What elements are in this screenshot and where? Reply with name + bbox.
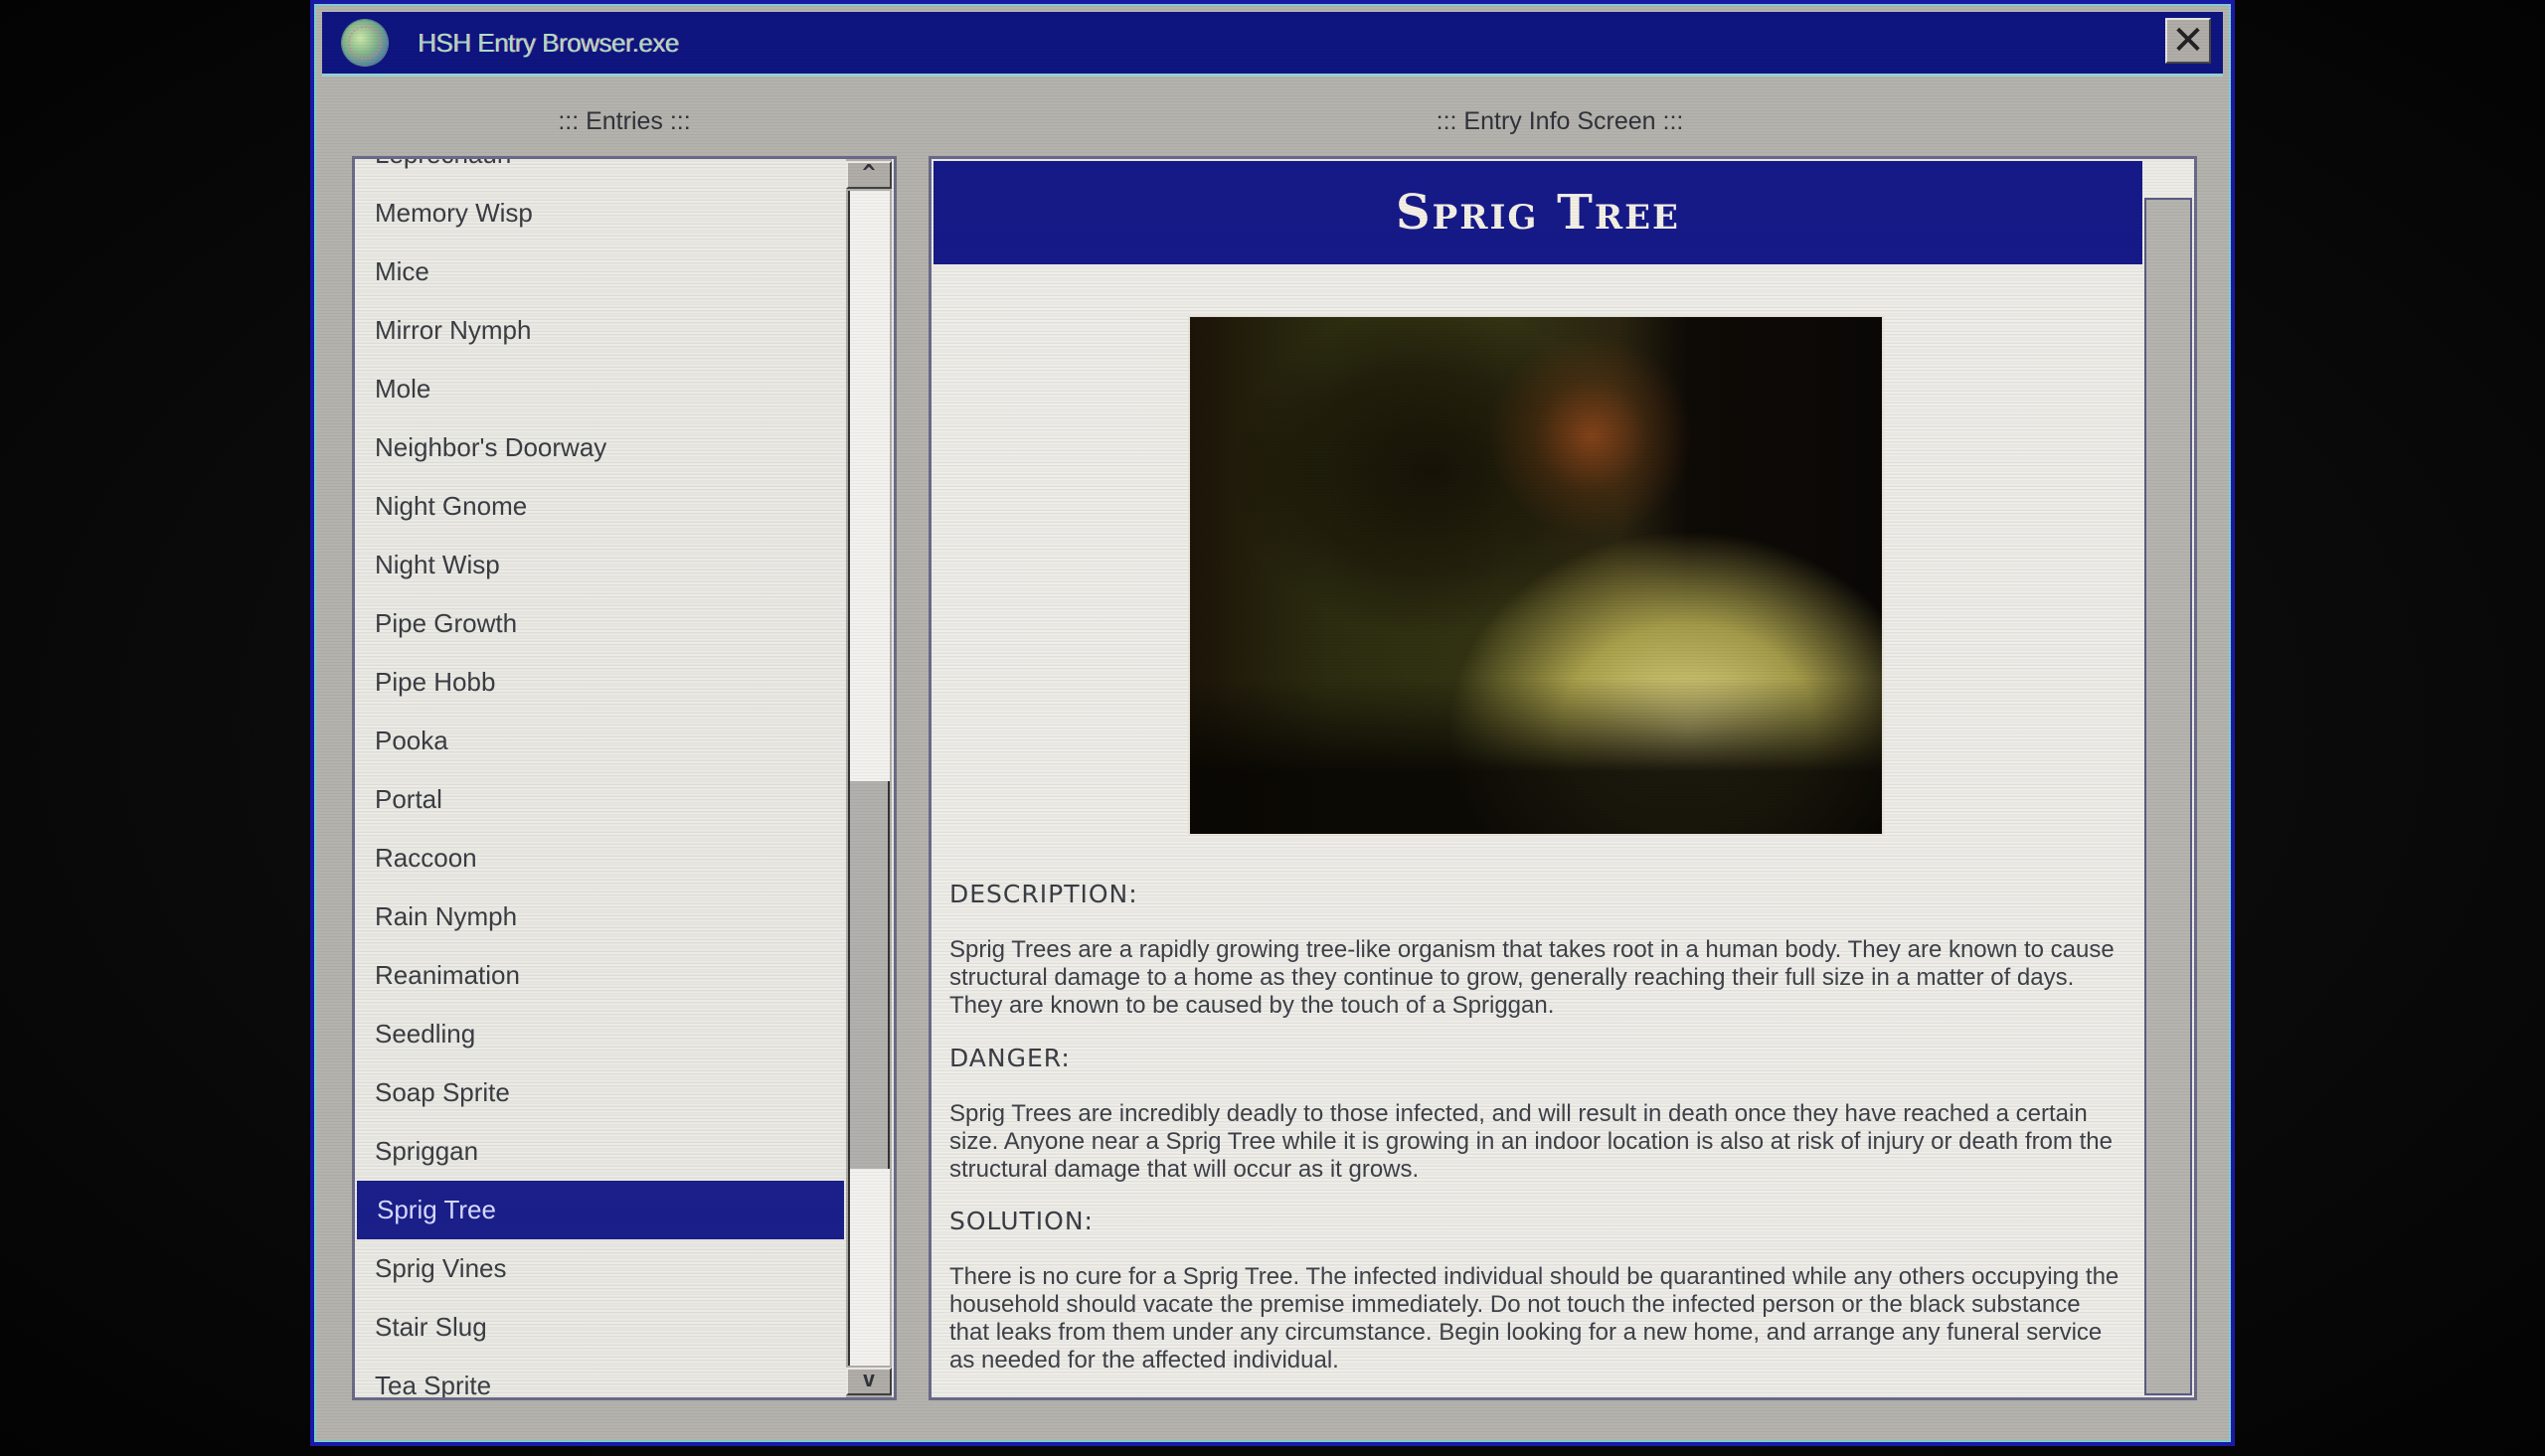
danger-heading: DANGER: [949,1044,1071,1072]
window-title: HSH Entry Browser.exe [418,28,679,58]
close-icon: ✕ [2171,18,2205,64]
list-item[interactable]: Spriggan [355,1122,844,1181]
list-item[interactable]: Night Wisp [355,536,844,594]
list-item[interactable]: Stair Slug [355,1298,844,1357]
description-heading: DESCRIPTION: [949,880,1138,908]
scroll-up-button[interactable]: ^ [846,161,892,189]
list-item[interactable]: Sprig Vines [355,1239,844,1298]
solution-heading: SOLUTION: [949,1207,1094,1235]
list-item-selected[interactable]: Sprig Tree [357,1181,844,1239]
entry-info-panel: Sprig Tree DESCRIPTION: Sprig Trees are … [929,156,2197,1400]
globe-icon [342,20,388,66]
chevron-down-icon: v [862,1368,876,1392]
entries-list-items: LeprechaunMemory WispMiceMirror NymphMol… [355,159,844,1397]
entry-info-scroll-thumb[interactable] [2144,198,2192,1395]
list-item[interactable]: Pipe Growth [355,594,844,653]
solution-body: There is no cure for a Sprig Tree. The i… [949,1263,2120,1374]
solution-section: SOLUTION: There is no cure for a Sprig T… [949,1207,2124,1375]
scroll-down-button[interactable]: v [846,1368,892,1395]
entry-image [1188,315,1884,836]
list-item[interactable]: Night Gnome [355,477,844,536]
list-item[interactable]: Tea Sprite [355,1357,844,1397]
list-item[interactable]: Mice [355,243,844,301]
entries-scrollbar[interactable]: ^ v [846,159,892,1397]
description-section: DESCRIPTION: Sprig Trees are a rapidly g… [949,880,2124,1020]
app-window: HSH Entry Browser.exe ✕ ::: Entries ::: … [310,0,2235,1446]
list-item[interactable]: Pipe Hobb [355,653,844,712]
entry-title: Sprig Tree [1396,185,1680,241]
list-item[interactable]: Soap Sprite [355,1063,844,1122]
list-item[interactable]: Portal [355,770,844,829]
list-item[interactable]: Rain Nymph [355,888,844,946]
list-item[interactable]: Seedling [355,1005,844,1063]
description-body: Sprig Trees are a rapidly growing tree-l… [949,936,2115,1019]
entries-list[interactable]: LeprechaunMemory WispMiceMirror NymphMol… [352,156,897,1400]
list-item[interactable]: Raccoon [355,829,844,888]
list-item[interactable]: Neighbor's Doorway [355,418,844,477]
close-button[interactable]: ✕ [2165,18,2211,64]
chevron-up-icon: ^ [862,161,876,186]
danger-section: DANGER: Sprig Trees are incredibly deadl… [949,1044,2124,1184]
entry-info-scroll-track[interactable] [2144,161,2192,1395]
entry-info-label: ::: Entry Info Screen ::: [1436,107,1684,135]
entries-scroll-thumb[interactable] [850,780,890,1169]
list-item[interactable]: Mole [355,360,844,418]
entry-info-scrollbar[interactable] [2144,161,2192,1395]
entries-scroll-track[interactable] [848,191,890,1366]
list-item[interactable]: Leprechaun [355,159,844,184]
list-item[interactable]: Pooka [355,712,844,770]
title-bar[interactable]: HSH Entry Browser.exe ✕ [322,12,2223,77]
list-item[interactable]: Reanimation [355,946,844,1005]
danger-body: Sprig Trees are incredibly deadly to tho… [949,1100,2113,1183]
list-item[interactable]: Memory Wisp [355,184,844,243]
entries-label: ::: Entries ::: [558,107,691,135]
entry-header: Sprig Tree [933,161,2142,264]
list-item[interactable]: Mirror Nymph [355,301,844,360]
